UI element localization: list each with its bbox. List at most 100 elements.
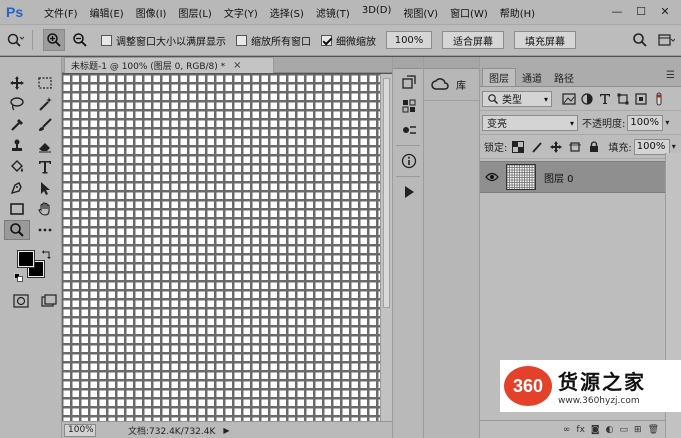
workspace-icon[interactable] xyxy=(655,29,677,51)
menu-select[interactable]: 选择(S) xyxy=(264,5,310,20)
minimize-button[interactable]: — xyxy=(605,2,629,20)
libraries-item[interactable]: 库 xyxy=(424,69,479,101)
resize-windows-checkbox[interactable] xyxy=(101,34,112,46)
default-colors-icon[interactable] xyxy=(14,273,24,283)
lock-all-icon[interactable] xyxy=(586,139,602,155)
history-icon[interactable] xyxy=(395,71,423,93)
blend-mode-select[interactable]: 变亮 ▾ xyxy=(482,114,578,131)
paint-bucket-tool-icon[interactable] xyxy=(4,157,30,177)
quick-mask-icon[interactable] xyxy=(10,291,32,311)
adjustment-filter-icon[interactable] xyxy=(578,91,596,107)
stamp-tool-icon[interactable] xyxy=(4,136,30,156)
options-right xyxy=(625,29,677,51)
properties-icon[interactable] xyxy=(395,95,423,117)
adjustment-layer-icon[interactable]: ◐ xyxy=(606,425,614,435)
lock-position-icon[interactable] xyxy=(548,139,564,155)
maximize-button[interactable]: ☐ xyxy=(629,2,653,20)
menu-3d[interactable]: 3D(D) xyxy=(356,5,398,20)
document-tab[interactable]: 未标题-1 @ 100% (图层 0, RGB/8) * × xyxy=(64,57,274,73)
menu-items: 文件(F) 编辑(E) 图像(I) 图层(L) 文字(Y) 选择(S) 滤镜(T… xyxy=(38,5,541,20)
path-selection-tool-icon[interactable] xyxy=(32,178,58,198)
lock-transparent-icon[interactable] xyxy=(510,139,526,155)
chevron-down-icon: ▾ xyxy=(569,118,574,128)
document-tab-bar: 未标题-1 @ 100% (图层 0, RGB/8) * × xyxy=(62,57,392,73)
tab-channels[interactable]: 通道 xyxy=(516,68,548,86)
menu-help[interactable]: 帮助(H) xyxy=(494,5,541,20)
status-menu-arrow-icon[interactable]: ▶ xyxy=(223,426,229,435)
more-tools-icon[interactable] xyxy=(32,220,58,240)
tab-layers[interactable]: 图层 xyxy=(482,68,516,86)
actions-play-icon[interactable] xyxy=(395,181,423,203)
scrubby-zoom-label: 细微缩放 xyxy=(336,36,376,48)
menu-edit[interactable]: 编辑(E) xyxy=(84,5,130,20)
lasso-tool-icon[interactable] xyxy=(4,94,30,114)
tab-paths[interactable]: 路径 xyxy=(548,68,580,86)
rectangle-tool-icon[interactable] xyxy=(4,199,30,219)
lock-pixels-icon[interactable] xyxy=(529,139,545,155)
info-icon[interactable] xyxy=(395,150,423,172)
opacity-value: 100% xyxy=(630,117,659,128)
close-button[interactable]: ✕ xyxy=(653,2,677,20)
delete-layer-icon[interactable]: 🗑 xyxy=(648,425,659,435)
layer-name[interactable]: 图层 0 xyxy=(544,170,574,185)
type-filter-icon[interactable] xyxy=(596,91,614,107)
screen-mode-icon[interactable] xyxy=(40,291,62,311)
fill-dropdown-icon[interactable]: ▾ xyxy=(672,142,676,151)
panel-menu-icon[interactable]: ☰ xyxy=(666,70,675,81)
menu-view[interactable]: 视图(V) xyxy=(397,5,444,20)
pen-tool-icon[interactable] xyxy=(4,178,30,198)
brush-tool-icon[interactable] xyxy=(32,115,58,135)
filter-kind-select[interactable]: 类型 ▾ xyxy=(482,90,552,107)
lock-artboard-icon[interactable] xyxy=(567,139,583,155)
adjust-icon[interactable] xyxy=(395,119,423,141)
eraser-tool-icon[interactable] xyxy=(32,136,58,156)
magic-wand-tool-icon[interactable] xyxy=(32,94,58,114)
canvas-vertical-scrollbar[interactable] xyxy=(380,74,392,421)
group-icon[interactable]: ▭ xyxy=(620,425,629,435)
opacity-input[interactable]: 100% xyxy=(627,114,664,131)
zoom-in-icon[interactable] xyxy=(43,29,65,51)
menu-file[interactable]: 文件(F) xyxy=(38,5,84,20)
menu-filter[interactable]: 滤镜(T) xyxy=(310,5,356,20)
layer-row[interactable]: 图层 0 xyxy=(480,161,665,193)
status-bar: 100% 文档:732.4K/732.4K ▶ xyxy=(62,421,392,438)
fit-screen-button[interactable]: 适合屏幕 xyxy=(442,31,504,49)
zoom-tool-icon[interactable] xyxy=(4,220,30,240)
grid-canvas[interactable] xyxy=(62,74,380,421)
menu-image[interactable]: 图像(I) xyxy=(130,5,173,20)
swap-colors-icon[interactable] xyxy=(42,249,52,259)
eye-icon[interactable] xyxy=(482,167,502,187)
shape-filter-icon[interactable] xyxy=(614,91,632,107)
fill-screen-button[interactable]: 填充屏幕 xyxy=(514,31,576,49)
move-tool-icon[interactable] xyxy=(4,73,30,93)
menu-layer[interactable]: 图层(L) xyxy=(172,5,217,20)
smart-object-filter-icon[interactable] xyxy=(632,91,650,107)
zoom-tool-preset-icon[interactable] xyxy=(4,29,26,51)
add-mask-icon[interactable]: ◙ xyxy=(591,425,600,435)
document-tab-title: 未标题-1 @ 100% (图层 0, RGB/8) * xyxy=(71,62,226,72)
scrollbar-thumb[interactable] xyxy=(383,78,390,308)
type-tool-icon[interactable] xyxy=(32,157,58,177)
hand-tool-icon[interactable] xyxy=(32,199,58,219)
pixel-filter-icon[interactable] xyxy=(560,91,578,107)
zoom-all-windows-checkbox[interactable] xyxy=(236,34,247,46)
filter-toggle-icon[interactable] xyxy=(650,91,668,107)
new-layer-icon[interactable]: ⊞ xyxy=(634,425,642,435)
canvas-area[interactable] xyxy=(62,74,380,421)
status-zoom-field[interactable]: 100% xyxy=(64,423,96,437)
eyedropper-tool-icon[interactable] xyxy=(4,115,30,135)
fx-icon[interactable]: fx xyxy=(576,425,585,435)
foreground-color-swatch[interactable] xyxy=(17,250,35,268)
zoom-100-button[interactable]: 100% xyxy=(386,31,432,49)
resize-windows-label: 调整窗口大小以满屏显示 xyxy=(116,36,226,48)
menu-window[interactable]: 窗口(W) xyxy=(444,5,494,20)
link-layers-icon[interactable]: ∞ xyxy=(563,425,571,435)
menu-type[interactable]: 文字(Y) xyxy=(218,5,264,20)
toolbox xyxy=(0,57,62,438)
scrubby-zoom-checkbox[interactable] xyxy=(321,34,332,46)
zoom-out-icon[interactable] xyxy=(69,29,91,51)
search-icon[interactable] xyxy=(629,29,651,51)
tab-close-icon[interactable]: × xyxy=(233,60,241,71)
marquee-tool-icon[interactable] xyxy=(32,73,58,93)
opacity-dropdown-icon[interactable]: ▾ xyxy=(665,118,669,127)
